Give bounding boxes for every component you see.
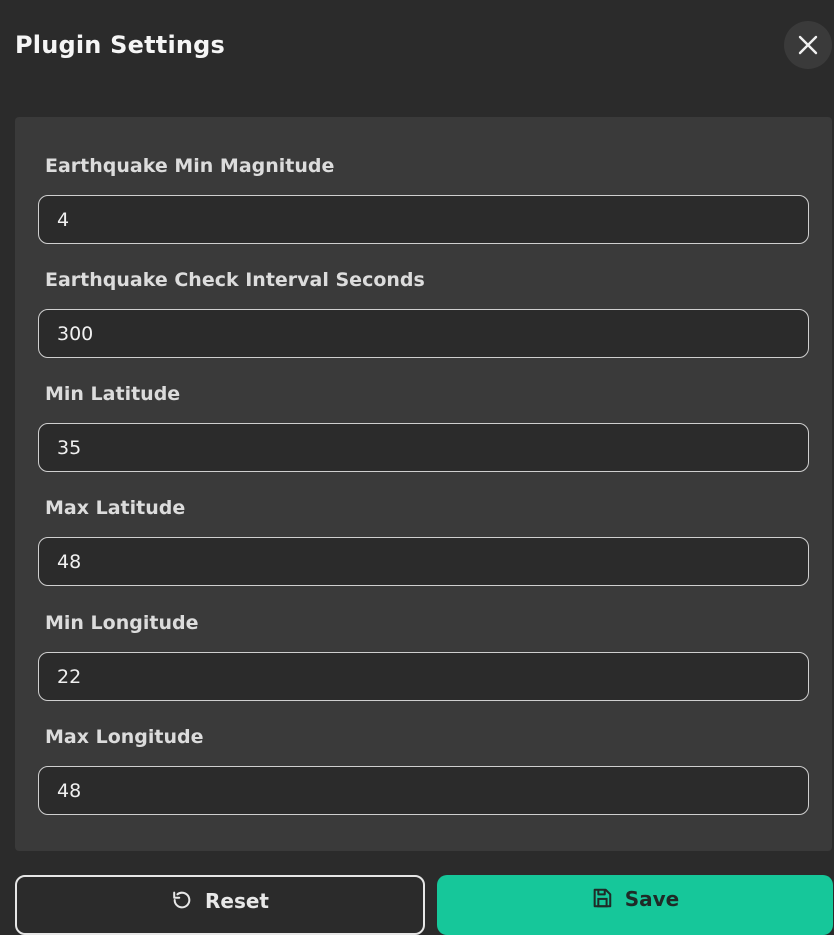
field-label: Max Latitude [45, 497, 186, 519]
dialog-header: Plugin Settings [0, 0, 834, 90]
max-longitude-input[interactable] [38, 766, 809, 815]
save-button-label: Save [624, 887, 680, 911]
earthquake-check-interval-input[interactable] [38, 309, 809, 358]
field-label: Min Latitude [45, 383, 181, 405]
action-bar: Reset Save [0, 875, 834, 935]
field-label: Max Longitude [45, 726, 204, 748]
close-icon [798, 35, 818, 55]
save-button[interactable]: Save [437, 875, 833, 935]
dialog-title: Plugin Settings [15, 31, 226, 59]
field-label: Earthquake Min Magnitude [45, 155, 335, 177]
min-longitude-input[interactable] [38, 652, 809, 701]
earthquake-min-magnitude-input[interactable] [38, 195, 809, 244]
max-latitude-input[interactable] [38, 537, 809, 586]
field-label: Earthquake Check Interval Seconds [45, 269, 425, 291]
close-button[interactable] [784, 21, 832, 69]
min-latitude-input[interactable] [38, 423, 809, 472]
settings-panel: Earthquake Min Magnitude Earthquake Chec… [15, 117, 832, 851]
field-label: Min Longitude [45, 612, 199, 634]
reset-button[interactable]: Reset [15, 875, 425, 935]
reset-icon [173, 891, 191, 909]
reset-button-label: Reset [205, 889, 269, 913]
